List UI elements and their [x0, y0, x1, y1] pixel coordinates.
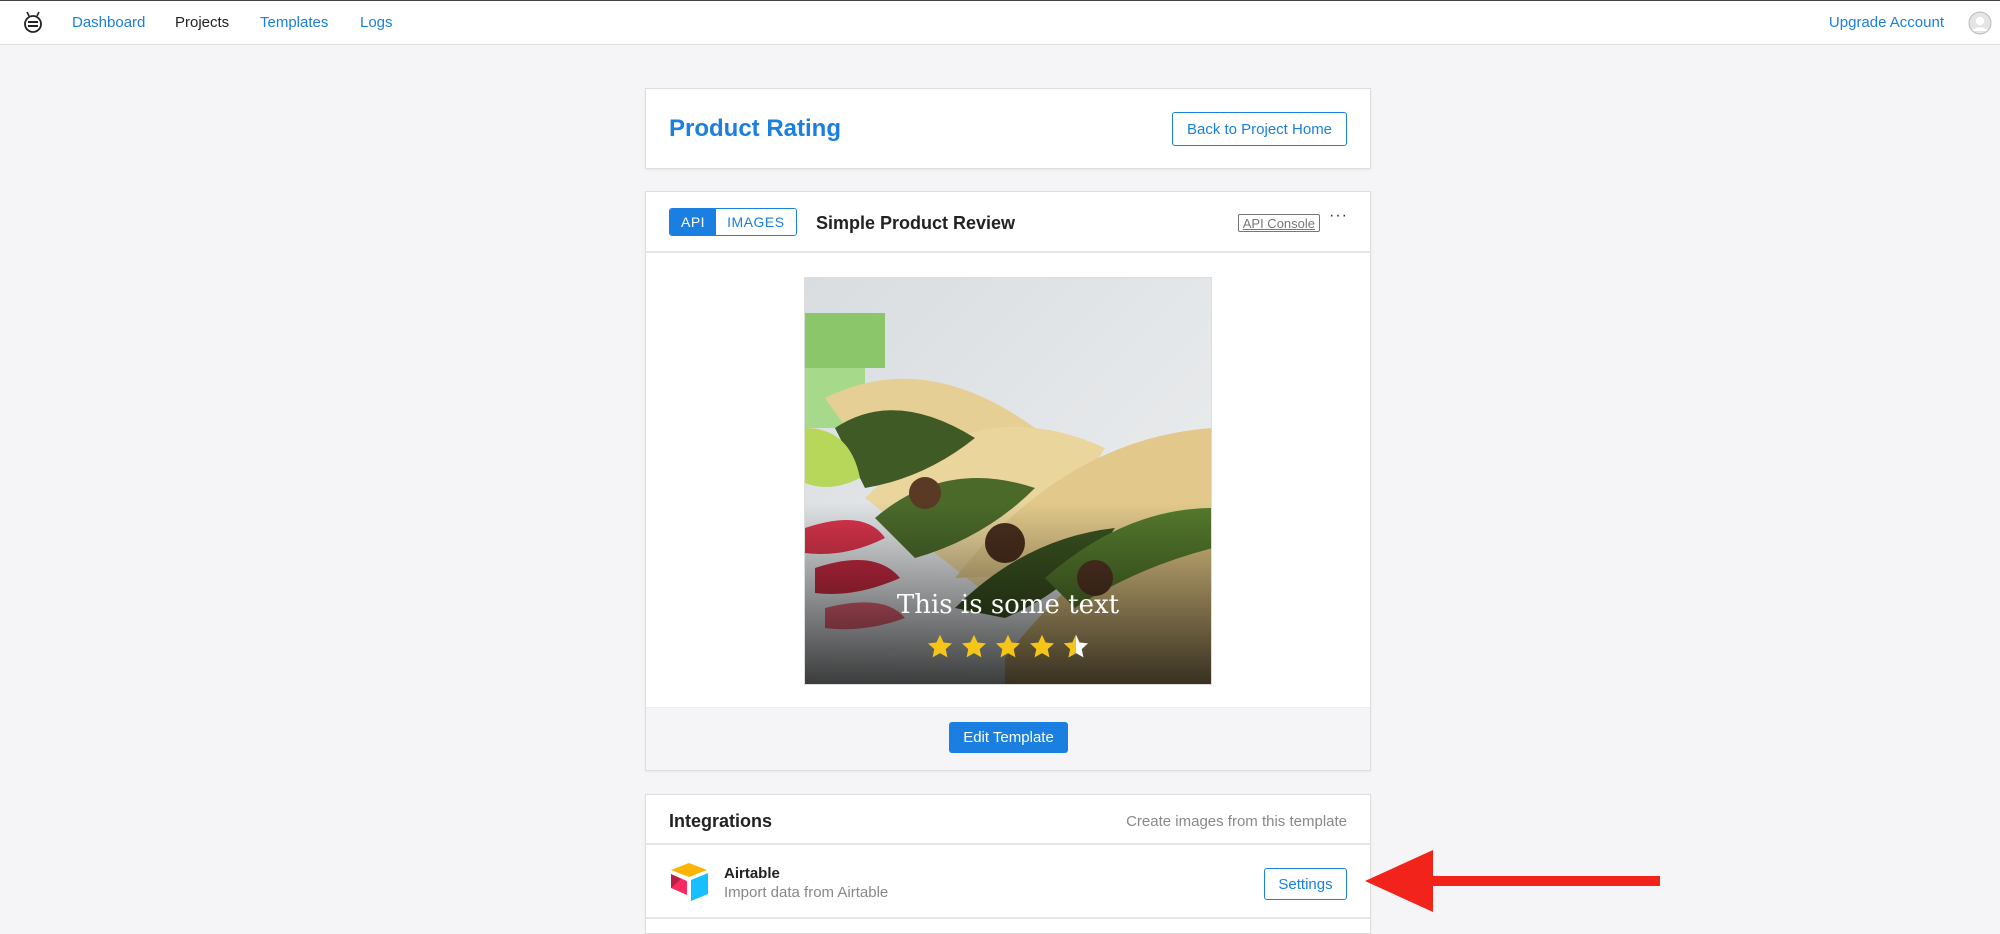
template-name: Simple Product Review [816, 213, 1016, 233]
tab-images[interactable]: IMAGES [716, 209, 796, 235]
red-arrow-annotation [1365, 850, 1660, 912]
top-navbar: Dashboard Projects Templates Logs Upgrad… [0, 0, 2000, 45]
page-title: Product Rating [669, 115, 841, 142]
star-icon [927, 634, 953, 658]
star-icon [961, 634, 987, 658]
integration-name: Airtable [724, 865, 780, 882]
integrations-header: Integrations Create images from this tem… [646, 795, 1370, 845]
nav-dashboard[interactable]: Dashboard [72, 14, 145, 31]
template-footer: Edit Template [646, 707, 1370, 770]
upgrade-account-link[interactable]: Upgrade Account [1829, 14, 1944, 31]
half-star-icon [1063, 634, 1089, 658]
nav-logs[interactable]: Logs [360, 14, 393, 31]
preview-text: This is some text [896, 590, 1120, 620]
star-rating [805, 633, 1211, 661]
back-to-project-home-button[interactable]: Back to Project Home [1172, 112, 1347, 146]
project-header-card: Product Rating Back to Project Home [645, 88, 1371, 169]
airtable-settings-button[interactable]: Settings [1264, 868, 1347, 900]
integrations-subtitle: Create images from this template [1126, 813, 1347, 830]
nav-projects[interactable]: Projects [175, 14, 229, 31]
bee-logo-icon[interactable] [22, 11, 44, 35]
tab-api[interactable]: API [670, 209, 717, 235]
star-icon [995, 634, 1021, 658]
template-preview-image: This is some text [804, 277, 1212, 685]
user-avatar-icon[interactable] [1968, 11, 1992, 35]
airtable-logo-icon [671, 863, 708, 901]
view-toggle: API IMAGES [669, 208, 797, 236]
template-header: API IMAGES Simple Product Review API Con… [646, 192, 1370, 253]
nav-templates[interactable]: Templates [260, 14, 328, 31]
more-options-icon[interactable]: ··· [1329, 207, 1348, 225]
star-icon [1029, 634, 1055, 658]
integration-row-airtable: Airtable Import data from Airtable Setti… [646, 847, 1370, 919]
tacos-photo [805, 278, 1211, 684]
integration-description: Import data from Airtable [724, 884, 889, 901]
edit-template-button[interactable]: Edit Template [949, 722, 1068, 753]
template-card: API IMAGES Simple Product Review API Con… [645, 191, 1371, 771]
integrations-card: Integrations Create images from this tem… [645, 794, 1371, 934]
integrations-title: Integrations [669, 811, 773, 831]
api-console-button[interactable]: API Console [1237, 214, 1320, 232]
